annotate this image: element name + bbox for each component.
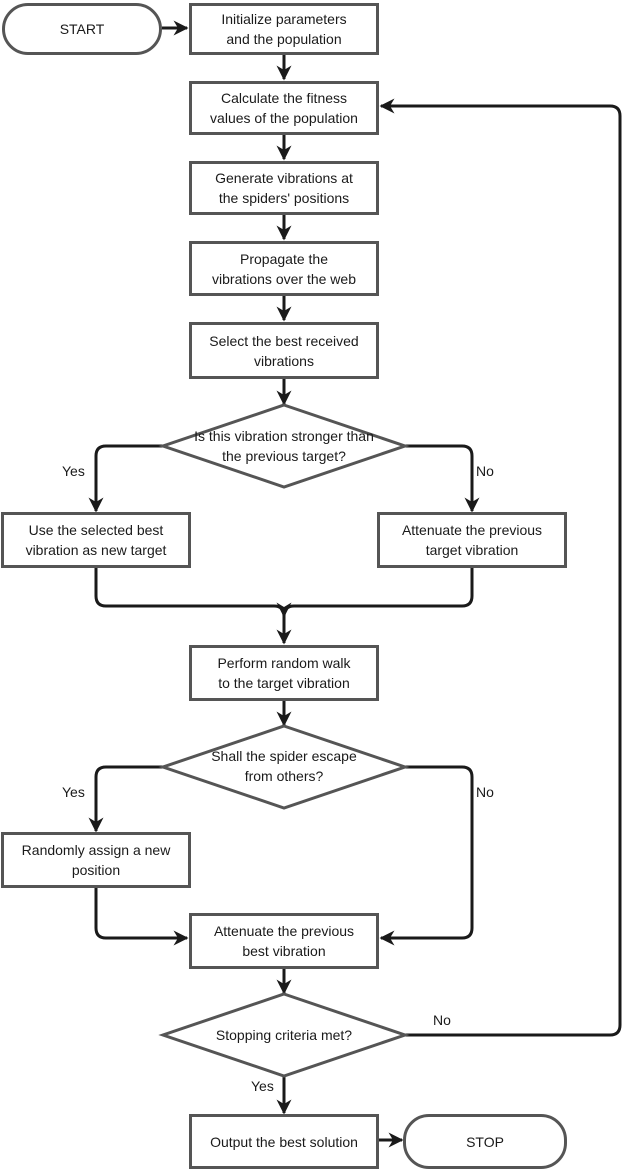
- step-output: Output the best solution: [189, 1114, 379, 1169]
- step-fitness: Calculate the fitness values of the popu…: [189, 81, 379, 135]
- decision-escape-no-label: No: [476, 784, 494, 800]
- step-attenuate-best: Attenuate the previous best vibration: [189, 913, 379, 969]
- step-init-label: Initialize parameters and the population: [221, 11, 347, 47]
- arrow-randomassign-to-attenuatebest: [94, 888, 189, 946]
- step-generate-label: Generate vibrations at the spiders' posi…: [215, 170, 353, 206]
- decision-escape-yes-label: Yes: [62, 784, 85, 800]
- arrow-decision2-no: [379, 765, 474, 946]
- arrow-decision3-no-loop: [379, 98, 622, 1037]
- step-init: Initialize parameters and the population: [189, 3, 379, 55]
- arrow-merge-to-randomwalk: [94, 568, 292, 645]
- arrow-decision2-yes: [88, 765, 163, 833]
- decision-stronger-no-label: No: [476, 463, 494, 479]
- arrow-decision1-yes: [88, 444, 163, 513]
- arrow-decision1-no: [405, 444, 480, 513]
- stop-label: STOP: [466, 1133, 504, 1150]
- step-select-label: Select the best received vibrations: [209, 332, 359, 369]
- decision-stopping: Stopping criteria met?: [163, 1025, 405, 1045]
- start-terminal: START: [2, 3, 162, 55]
- step-select: Select the best received vibrations: [189, 322, 379, 379]
- decision-stopping-yes-label: Yes: [251, 1078, 274, 1094]
- step-propagate-label: Propagate the vibrations over the web: [212, 250, 356, 287]
- decision-stopping-label: Stopping criteria met?: [215, 1027, 353, 1043]
- start-label: START: [59, 21, 105, 37]
- line-attenuate-target-merge: [276, 568, 474, 618]
- stop-terminal: STOP: [403, 1114, 567, 1169]
- step-use-best-label: Use the selected best vibration as new t…: [25, 522, 167, 558]
- decision-escape-label: Shall the spider escape from others?: [211, 748, 357, 784]
- step-generate: Generate vibrations at the spiders' posi…: [189, 161, 379, 215]
- decision-stopping-no-label: No: [433, 1012, 451, 1028]
- decision-escape: Shall the spider escape from others?: [163, 746, 405, 786]
- step-propagate: Propagate the vibrations over the web: [189, 241, 379, 296]
- step-random-walk-label: Perform random walk to the target vibrat…: [217, 655, 351, 691]
- step-attenuate-target: Attenuate the previous target vibration: [377, 512, 567, 568]
- step-use-best: Use the selected best vibration as new t…: [1, 512, 191, 568]
- step-output-label: Output the best solution: [210, 1133, 358, 1150]
- step-random-assign: Randomly assign a new position: [1, 832, 191, 888]
- decision-stronger-yes-label: Yes: [62, 463, 85, 479]
- decision-stronger: Is this vibration stronger than the prev…: [163, 426, 405, 466]
- step-random-walk: Perform random walk to the target vibrat…: [189, 645, 379, 701]
- step-attenuate-target-label: Attenuate the previous target vibration: [401, 522, 543, 558]
- step-random-assign-label: Randomly assign a new position: [21, 842, 171, 878]
- step-fitness-label: Calculate the fitness values of the popu…: [210, 90, 358, 126]
- step-attenuate-best-label: Attenuate the previous best vibration: [213, 923, 355, 959]
- decision-stronger-label: Is this vibration stronger than the prev…: [194, 428, 374, 464]
